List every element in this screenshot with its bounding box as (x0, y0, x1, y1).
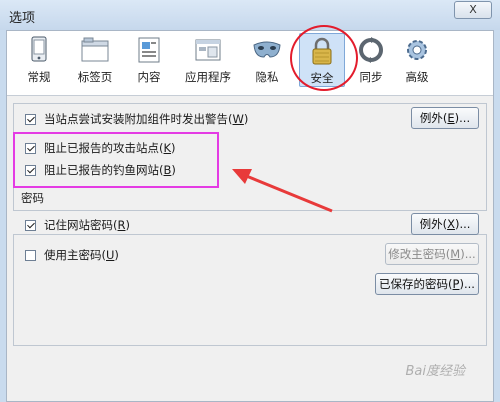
title-bar: 选项 X (0, 0, 500, 30)
applications-icon (193, 35, 223, 65)
lock-icon (307, 36, 337, 66)
tab-label: 隐私 (255, 70, 279, 84)
tab-general[interactable]: 常规 (17, 35, 61, 85)
tab-advanced[interactable]: 高级 (397, 35, 437, 85)
addon-warning-checkbox[interactable]: 当站点尝试安装附加组件时发出警告(W) (25, 111, 248, 127)
block-forgery-sites-checkbox[interactable]: 阻止已报告的钓鱼网站(B) (25, 162, 176, 178)
tab-content[interactable]: 内容 (129, 35, 169, 85)
saved-passwords-button[interactable]: 已保存的密码(P)... (375, 273, 479, 295)
tabs-icon (80, 35, 110, 65)
tab-label: 应用程序 (185, 70, 231, 84)
change-master-password-button[interactable]: 修改主密码(M)... (385, 243, 479, 265)
addon-exceptions-button[interactable]: 例外(E)... (411, 107, 479, 129)
checkbox[interactable] (25, 113, 36, 125)
tab-label: 同步 (359, 70, 383, 84)
gear-icon (402, 35, 432, 65)
privacy-mask-icon (252, 35, 282, 65)
category-toolbar: 常规 标签页 内容 应用程序 隐私 安全 同步 高级 (7, 25, 493, 96)
general-icon (24, 35, 54, 65)
tab-label: 安全 (310, 71, 334, 85)
tab-applications[interactable]: 应用程序 (177, 35, 239, 85)
checkbox[interactable] (25, 249, 36, 261)
tab-label: 高级 (405, 70, 429, 84)
tab-security[interactable]: 安全 (299, 33, 345, 87)
passwords-section-title: 密码 (19, 190, 46, 206)
close-button[interactable]: X (454, 1, 492, 19)
use-master-password-checkbox[interactable]: 使用主密码(U) (25, 247, 119, 263)
password-exceptions-button[interactable]: 例外(X)... (411, 213, 479, 235)
tab-label: 内容 (137, 70, 161, 84)
tab-sync[interactable]: 同步 (353, 35, 389, 85)
remember-passwords-checkbox[interactable]: 记住网站密码(R) (25, 217, 130, 233)
tab-tabs[interactable]: 标签页 (69, 35, 121, 85)
checkbox[interactable] (25, 164, 36, 176)
block-attack-sites-checkbox[interactable]: 阻止已报告的攻击站点(K) (25, 140, 176, 156)
red-arrow (232, 169, 333, 213)
tab-label: 常规 (27, 70, 51, 84)
checkbox[interactable] (25, 219, 36, 231)
sync-icon (356, 35, 386, 65)
content-icon (134, 35, 164, 65)
tab-label: 标签页 (77, 70, 113, 84)
tab-privacy[interactable]: 隐私 (247, 35, 287, 85)
watermark-logo: Bai度经验 (405, 364, 466, 379)
options-dialog: 常规 标签页 内容 应用程序 隐私 安全 同步 高级 当站点尝试安装附加组件时发… (6, 25, 494, 402)
window-title: 选项 (9, 11, 36, 26)
checkbox[interactable] (25, 142, 36, 154)
